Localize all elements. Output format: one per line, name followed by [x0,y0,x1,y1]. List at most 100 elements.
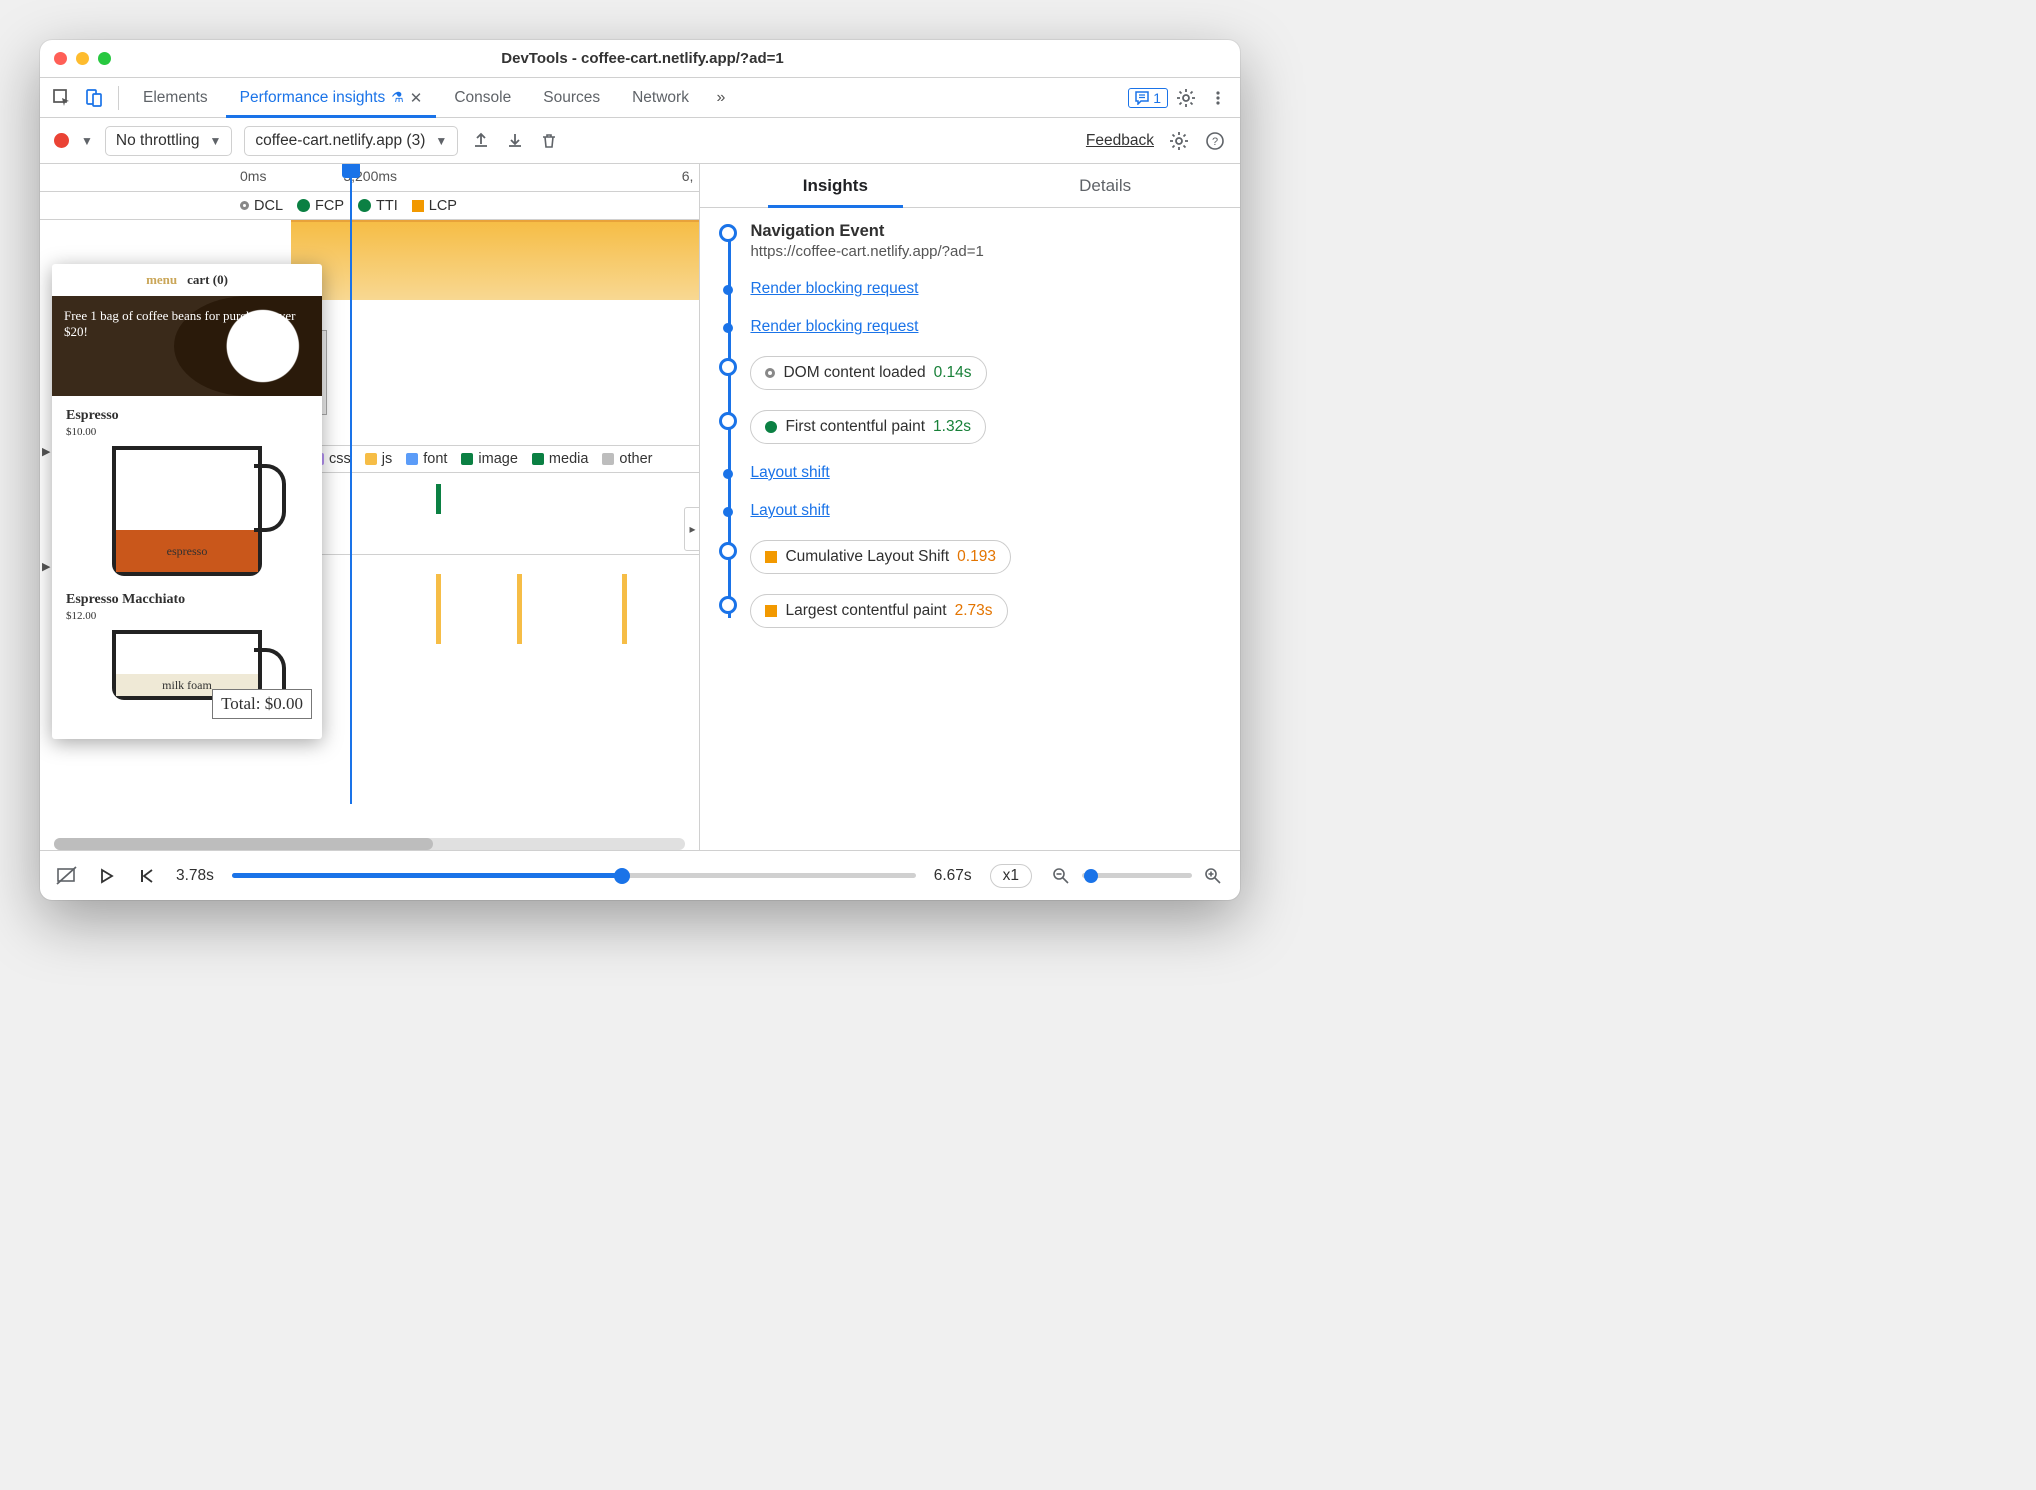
insight-render-blocking[interactable]: Render blocking request [750,318,1222,336]
preview-item: Espresso Macchiato $12.00 milk foam [52,580,322,704]
screenshot-preview: menu cart (0) Free 1 bag of coffee beans… [52,264,322,739]
tab-console[interactable]: Console [440,78,525,117]
tab-label: Sources [543,89,600,107]
insight-render-blocking[interactable]: Render blocking request [750,280,1222,298]
issues-badge[interactable]: 1 [1128,88,1168,108]
panel-resize-handle[interactable]: ▸ [684,507,700,551]
settings-icon[interactable] [1172,84,1200,112]
zoom-slider[interactable] [1082,873,1192,878]
device-toggle-icon[interactable] [80,84,108,112]
tab-label: Network [632,89,689,107]
cls-bullet-icon [765,551,777,563]
import-icon[interactable] [504,130,526,152]
record-button[interactable] [54,133,69,148]
preview-cart: cart (0) [187,272,228,288]
timeline-node-icon [719,412,737,430]
network-bar[interactable] [436,574,441,644]
time-slider[interactable] [232,873,916,878]
devtools-window: DevTools - coffee-cart.netlify.app/?ad=1… [40,40,1240,900]
insights-toolbar: ▼ No throttling ▼ coffee-cart.netlify.ap… [40,118,1240,164]
preview-banner: Free 1 bag of coffee beans for purchase … [52,296,322,396]
time-ruler[interactable]: 0ms 3,200ms 6, [40,164,699,192]
timeline-node-icon [719,224,737,242]
insight-layout-shift[interactable]: Layout shift [750,502,1222,520]
kebab-menu-icon[interactable] [1204,84,1232,112]
tab-performance-insights[interactable]: Performance insights ⚗ ✕ [226,78,437,117]
lcp-bullet-icon [765,605,777,617]
tab-elements[interactable]: Elements [129,78,222,117]
dcl-bullet-icon [765,368,775,378]
throttling-value: No throttling [116,132,200,150]
playback-speed[interactable]: x1 [990,864,1032,888]
legend-other: other [602,451,652,467]
playhead[interactable] [350,164,353,804]
tab-label: Elements [143,89,208,107]
insights-panel: Insights Details Navigation Event https:… [700,164,1240,850]
insight-navigation[interactable]: Navigation Event https://coffee-cart.net… [750,222,1222,260]
main-area: 0ms 3,200ms 6, DCL FCP TTI LCP ▶ ▶ css [40,164,1240,850]
panel-settings-icon[interactable] [1168,130,1190,152]
throttling-select[interactable]: No throttling ▼ [105,126,232,156]
record-menu-chevron-icon[interactable]: ▼ [81,134,93,148]
recording-select[interactable]: coffee-cart.netlify.app (3) ▼ [244,126,458,156]
zoom-window[interactable] [98,52,111,65]
network-bars [312,474,699,838]
inspect-icon[interactable] [48,84,76,112]
close-tab-icon[interactable]: ✕ [410,89,423,107]
tab-network[interactable]: Network [618,78,703,117]
titlebar: DevTools - coffee-cart.netlify.app/?ad=1 [40,40,1240,78]
network-bar[interactable] [517,574,522,644]
timeline-node-icon [723,507,733,517]
zoom-out-icon[interactable] [1050,865,1072,887]
tab-label: Performance insights [240,89,386,107]
feedback-link[interactable]: Feedback [1086,132,1154,150]
marker-fcp: FCP [297,198,344,214]
marker-dcl: DCL [240,198,283,214]
timeline-node-icon [719,596,737,614]
timeline-node-icon [723,285,733,295]
delete-icon[interactable] [538,130,560,152]
insight-fcp[interactable]: First contentful paint 1.32s [750,410,1222,444]
expand-row-icon[interactable]: ▶ [42,560,50,573]
insight-cls[interactable]: Cumulative Layout Shift 0.193 [750,540,1222,574]
tab-insights[interactable]: Insights [700,164,970,207]
playback-bar: 3.78s 6.67s x1 [40,850,1240,900]
lcp-icon [412,200,424,212]
fcp-icon [297,199,310,212]
replay-disabled-icon[interactable] [56,865,78,887]
legend-js: js [365,451,392,467]
play-icon[interactable] [96,865,118,887]
window-title: DevTools - coffee-cart.netlify.app/?ad=1 [111,50,1174,67]
help-icon[interactable]: ? [1204,130,1226,152]
insight-dcl[interactable]: DOM content loaded 0.14s [750,356,1222,390]
ruler-tick: 6, [682,168,694,184]
chevron-down-icon: ▼ [435,134,447,148]
tab-details[interactable]: Details [970,164,1240,207]
network-bar[interactable] [622,574,627,644]
marker-legend: DCL FCP TTI LCP [40,192,699,220]
preview-menu: menu [146,272,177,288]
horizontal-scrollbar[interactable] [54,838,685,850]
preview-item: Espresso $10.00 espresso [52,396,322,580]
network-bar[interactable] [436,484,441,514]
insights-list[interactable]: Navigation Event https://coffee-cart.net… [700,208,1240,850]
skip-start-icon[interactable] [136,865,158,887]
legend-media: media [532,451,589,467]
expand-row-icon[interactable]: ▶ [42,445,50,458]
minimize-window[interactable] [76,52,89,65]
insight-layout-shift[interactable]: Layout shift [750,464,1222,482]
insight-lcp[interactable]: Largest contentful paint 2.73s [750,594,1222,628]
legend-font: font [406,451,447,467]
marker-tti: TTI [358,198,398,214]
tab-sources[interactable]: Sources [529,78,614,117]
svg-text:?: ? [1212,136,1218,148]
zoom-in-icon[interactable] [1202,865,1224,887]
more-tabs-icon[interactable]: » [707,84,735,112]
insights-tabs: Insights Details [700,164,1240,208]
chat-icon [1135,91,1149,105]
close-window[interactable] [54,52,67,65]
export-icon[interactable] [470,130,492,152]
timeline-panel: 0ms 3,200ms 6, DCL FCP TTI LCP ▶ ▶ css [40,164,700,850]
recording-value: coffee-cart.netlify.app (3) [255,132,425,150]
current-time: 3.78s [176,867,214,885]
